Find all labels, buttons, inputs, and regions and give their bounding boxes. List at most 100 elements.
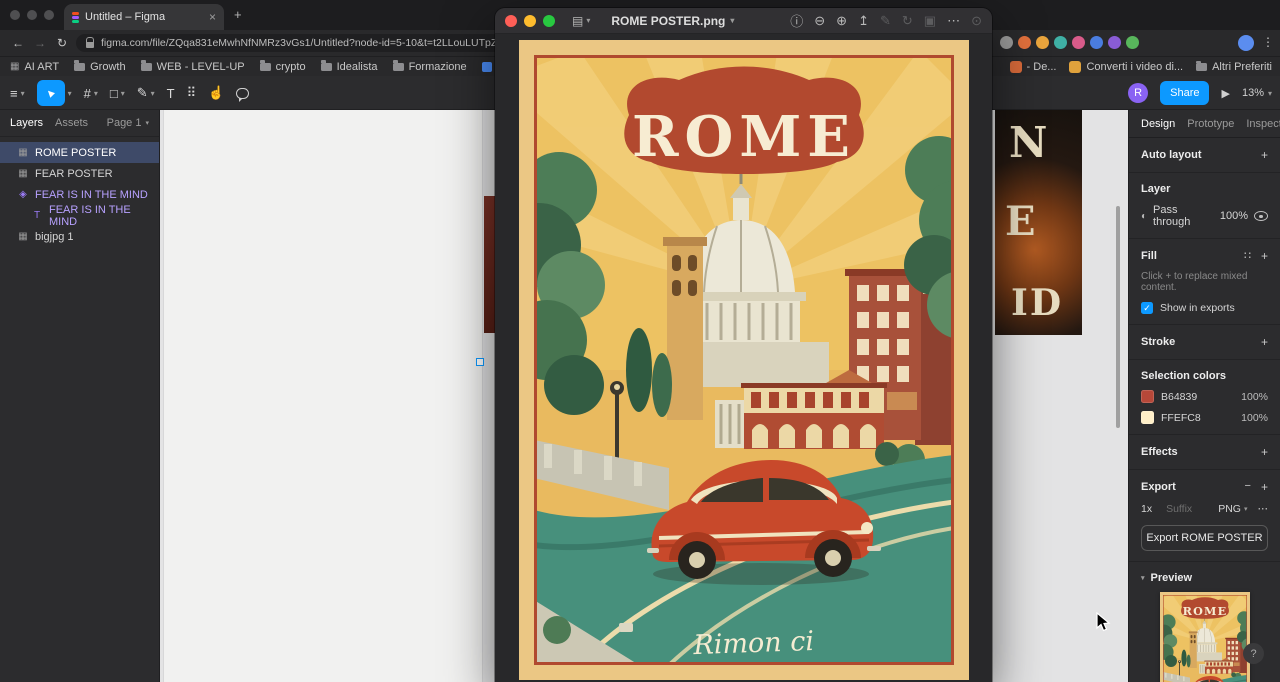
open-with-icon[interactable]: ▣	[924, 13, 936, 29]
artboard[interactable]	[164, 110, 482, 682]
fill-styles-icon[interactable]: ∷	[1244, 249, 1251, 263]
tab-inspect[interactable]: Inspect	[1246, 118, 1280, 130]
layer-row[interactable]: ▦ROME POSTER	[0, 142, 159, 163]
color-swatch[interactable]	[1141, 411, 1154, 424]
zoom-select[interactable]: 13%▾	[1242, 87, 1272, 99]
blend-mode-select[interactable]: Pass through	[1153, 204, 1214, 228]
export-scale-select[interactable]: 1x	[1141, 503, 1152, 515]
extension-icon[interactable]	[1126, 36, 1139, 49]
export-button[interactable]: Export ROME POSTER	[1141, 525, 1268, 551]
export-suffix-input[interactable]: Suffix	[1166, 503, 1218, 515]
page-select[interactable]: Page 1▾	[107, 117, 149, 129]
folder-icon	[321, 63, 332, 71]
extension-icon[interactable]	[1108, 36, 1121, 49]
zoom-out-icon[interactable]: ⊖	[814, 13, 825, 29]
visibility-eye-icon[interactable]	[1254, 211, 1268, 221]
hand-tool-button[interactable]: ☝	[204, 76, 228, 110]
ql-minimize-button[interactable]	[524, 15, 536, 27]
add-fill-button[interactable]: +	[1261, 249, 1268, 263]
stroke-label: Stroke	[1141, 336, 1175, 348]
ql-sidebar-toggle[interactable]: ▤▾	[572, 14, 590, 28]
comment-tool-button[interactable]	[232, 76, 253, 110]
tab-design[interactable]: Design	[1141, 118, 1175, 130]
preview-thumbnail	[1160, 592, 1250, 682]
rotate-icon[interactable]: ↻	[902, 13, 913, 29]
user-avatar[interactable]: R	[1128, 83, 1148, 103]
more-icon[interactable]: ⋯	[947, 13, 960, 29]
export-format-select[interactable]: PNG▾	[1218, 503, 1247, 515]
browser-profile-avatar[interactable]	[1238, 35, 1254, 51]
search-icon[interactable]: ⊙	[971, 13, 982, 29]
present-button[interactable]: ▶	[1221, 87, 1229, 100]
preview-header[interactable]: ▾ Preview	[1141, 572, 1268, 584]
selection-handle[interactable]	[476, 358, 484, 366]
window-close-button[interactable]	[10, 10, 20, 20]
tab-prototype[interactable]: Prototype	[1187, 118, 1234, 130]
shape-tool-button[interactable]: □▾	[106, 76, 129, 110]
bookmark-item[interactable]: ▦AI ART	[10, 61, 59, 73]
layer-row[interactable]: TFEAR IS IN THE MIND	[0, 205, 159, 226]
fear-poster-canvas[interactable]: N E ID	[995, 110, 1082, 335]
reload-button[interactable]: ↻	[52, 36, 72, 50]
bookmark-item[interactable]: Converti i video di...	[1069, 61, 1183, 73]
share-icon[interactable]: ↥	[858, 13, 869, 29]
bookmark-item[interactable]: - De...	[1010, 61, 1057, 73]
help-button[interactable]: ?	[1243, 643, 1264, 664]
quicklook-window[interactable]: ▤▾ ROME POSTER.png▾ ⓘ ⊖ ⊕ ↥ ✎ ↻ ▣ ⋯ ⊙	[495, 8, 992, 682]
lock-icon	[86, 42, 94, 48]
window-minimize-button[interactable]	[27, 10, 37, 20]
browser-menu-icon[interactable]: ⋮	[1262, 35, 1274, 49]
selection-color-row[interactable]: FFEFC8 100%	[1141, 411, 1268, 424]
zoom-in-icon[interactable]: ⊕	[836, 13, 847, 29]
color-swatch[interactable]	[1141, 390, 1154, 403]
add-stroke-button[interactable]: +	[1261, 335, 1268, 349]
back-button[interactable]: ←	[8, 36, 28, 50]
export-settings-icon[interactable]: ⋯	[1258, 503, 1269, 515]
main-menu-button[interactable]: ≡▾	[6, 76, 29, 110]
bookmark-item[interactable]: Idealista	[321, 61, 378, 73]
bookmark-item[interactable]: crypto	[260, 61, 306, 73]
canvas-scrollbar[interactable]	[1116, 206, 1120, 428]
resources-button[interactable]: ⠿	[183, 76, 201, 110]
selection-color-row[interactable]: B64839 100%	[1141, 390, 1268, 403]
layer-opacity-field[interactable]: 100%	[1220, 210, 1248, 222]
extension-icon[interactable]	[1036, 36, 1049, 49]
image-layer-icon: ▦	[17, 168, 29, 179]
bookmark-item[interactable]: WEB - LEVEL-UP	[141, 61, 245, 73]
remove-export-button[interactable]: −	[1245, 480, 1251, 494]
info-icon[interactable]: ⓘ	[790, 11, 803, 30]
quicklook-titlebar[interactable]: ▤▾ ROME POSTER.png▾ ⓘ ⊖ ⊕ ↥ ✎ ↻ ▣ ⋯ ⊙	[495, 8, 992, 34]
extension-icon[interactable]	[1054, 36, 1067, 49]
move-tool-button[interactable]: ►▾	[33, 76, 76, 110]
tab-assets[interactable]: Assets	[55, 117, 88, 129]
tab-layers[interactable]: Layers	[10, 117, 43, 129]
extension-icon[interactable]	[1018, 36, 1031, 49]
extension-icon[interactable]	[1090, 36, 1103, 49]
add-auto-layout-button[interactable]: +	[1261, 148, 1268, 162]
add-effect-button[interactable]: +	[1261, 445, 1268, 459]
frame-tool-button[interactable]: #▾	[80, 76, 102, 110]
tab-close-icon[interactable]: ×	[209, 10, 216, 24]
ql-zoom-button[interactable]	[543, 15, 555, 27]
browser-tab[interactable]: Untitled – Figma ×	[64, 4, 224, 30]
forward-button[interactable]: →	[30, 36, 50, 50]
pen-tool-button[interactable]: ✎▾	[133, 76, 159, 110]
layer-row[interactable]: ▦FEAR POSTER	[0, 163, 159, 184]
show-in-exports-checkbox[interactable]: ✓	[1141, 302, 1153, 314]
rome-poster-image[interactable]	[519, 40, 969, 680]
bookmark-other-favorites[interactable]: Altri Preferiti	[1196, 61, 1272, 73]
layer-row[interactable]: ▦bigjpg 1	[0, 226, 159, 247]
text-tool-button[interactable]: T	[163, 76, 179, 110]
extension-icon[interactable]	[1072, 36, 1085, 49]
ql-close-button[interactable]	[505, 15, 517, 27]
bookmark-item[interactable]: Growth	[74, 61, 125, 73]
bookmark-item[interactable]: Formazione	[393, 61, 467, 73]
share-button[interactable]: Share	[1160, 81, 1209, 105]
new-tab-button[interactable]: +	[234, 7, 242, 22]
window-zoom-button[interactable]	[44, 10, 54, 20]
extension-icon[interactable]	[1000, 36, 1013, 49]
markup-icon[interactable]: ✎	[880, 13, 891, 29]
add-export-button[interactable]: +	[1261, 480, 1268, 494]
layer-row[interactable]: ◈FEAR IS IN THE MIND	[0, 184, 159, 205]
browser-window-controls[interactable]	[10, 10, 54, 20]
